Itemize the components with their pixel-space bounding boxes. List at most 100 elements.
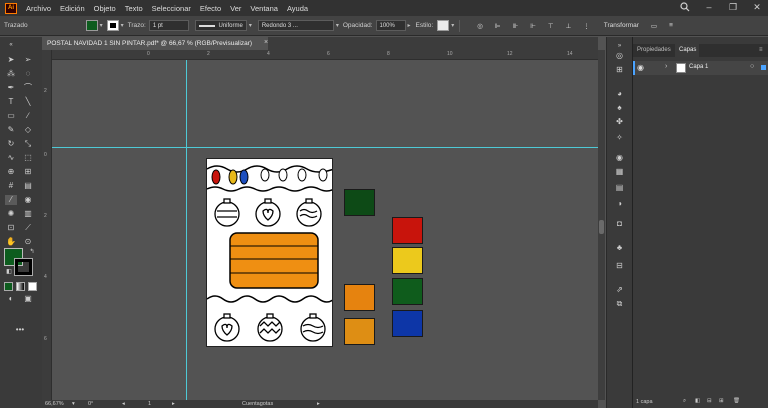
locate-object-icon[interactable]: ⌕ <box>683 398 686 405</box>
fill-dropdown-icon[interactable]: ▾ <box>100 22 103 29</box>
symbols-panel-icon[interactable]: ✤ <box>614 117 625 127</box>
eraser-tool-icon[interactable]: ◇ <box>22 125 34 135</box>
close-tab-icon[interactable]: × <box>264 39 268 46</box>
menu-ver[interactable]: Ver <box>230 4 241 13</box>
zoom-tool-icon[interactable]: ⊙ <box>22 237 34 247</box>
swatch-yellow[interactable] <box>392 247 423 274</box>
rectangle-tool-icon[interactable]: ▭ <box>5 111 17 121</box>
slice-tool-icon[interactable]: ⟋ <box>22 223 34 233</box>
vertical-ruler[interactable]: 2 0 2 4 6 <box>42 50 52 400</box>
stroke-profile-select[interactable]: Uniforme <box>194 20 247 31</box>
search-icon[interactable] <box>680 2 690 12</box>
stroke-profile-dropdown-icon[interactable]: ▾ <box>249 22 252 29</box>
tab-properties[interactable]: Propiedades <box>633 44 675 57</box>
default-colors-icon[interactable]: ◧ <box>3 267 15 277</box>
graphic-styles-panel-icon[interactable]: ✧ <box>614 133 625 143</box>
menu-ventana[interactable]: Ventana <box>250 4 278 13</box>
rotation-angle[interactable]: 0° <box>88 401 93 407</box>
align-right-icon[interactable]: ⊩ <box>527 21 539 31</box>
paintbrush-tool-icon[interactable]: ∕ <box>22 111 34 121</box>
pencil-tool-icon[interactable]: ✎ <box>5 125 17 135</box>
selection-tool-icon[interactable]: ➤ <box>5 55 17 65</box>
menu-efecto[interactable]: Efecto <box>200 4 221 13</box>
eyedropper-tool-icon[interactable]: ⁄ <box>5 195 17 205</box>
swatch-orange[interactable] <box>344 284 375 311</box>
swatch-red[interactable] <box>392 217 423 244</box>
transparency-panel-icon[interactable]: ◑ <box>614 199 625 209</box>
next-artboard-icon[interactable]: ▸ <box>172 401 175 407</box>
new-sublayer-icon[interactable]: ⊟ <box>707 398 712 404</box>
properties-panel-icon[interactable]: ◎ <box>614 51 625 61</box>
swatches-panel-icon[interactable]: ▦ <box>614 167 625 177</box>
toolbar-collapse-icon[interactable]: « <box>5 40 17 50</box>
stroke-weight-field[interactable]: 1 pt <box>148 20 189 31</box>
opacity-field[interactable]: 100% <box>375 20 406 31</box>
distribute-icon[interactable]: ⋮ <box>580 21 593 31</box>
isolate-icon[interactable]: ▭ <box>648 21 660 31</box>
align-middle-icon[interactable]: ⊥ <box>563 21 575 31</box>
vertical-guide[interactable] <box>186 60 187 400</box>
clipping-mask-icon[interactable]: ◧ <box>695 398 700 404</box>
align-top-icon[interactable]: ⊤ <box>545 21 557 31</box>
swatch-orange-dark[interactable] <box>344 318 375 345</box>
swatch-blue[interactable] <box>392 310 423 337</box>
brush-select[interactable]: Redondo 3 ... <box>257 20 334 31</box>
appearance-panel-icon[interactable]: ◉ <box>614 153 625 163</box>
opacity-dropdown-icon[interactable]: ▸ <box>408 22 411 29</box>
color-mode-icon[interactable] <box>4 282 13 291</box>
visibility-eye-icon[interactable]: ◉ <box>637 63 644 72</box>
horizontal-ruler[interactable]: 0 2 4 6 8 10 12 14 <box>52 50 598 60</box>
dock-collapse-icon[interactable]: » <box>614 41 625 51</box>
swatch-dark-green[interactable] <box>344 189 375 216</box>
layer-target-icon[interactable]: ○ <box>750 63 754 70</box>
style-swatch[interactable] <box>437 20 450 31</box>
column-graph-tool-icon[interactable]: ▥ <box>22 209 34 219</box>
color-panel-icon[interactable]: ◕ <box>614 89 625 99</box>
pen-tool-icon[interactable]: ✒ <box>5 83 17 93</box>
status-menu-icon[interactable]: ▸ <box>317 401 320 407</box>
scrollbar-thumb[interactable] <box>599 220 604 234</box>
artboard-postcard[interactable] <box>206 158 333 347</box>
menu-edicion[interactable]: Edición <box>60 4 85 13</box>
artboard-tool-icon[interactable]: ⊡ <box>5 223 17 233</box>
mesh-tool-icon[interactable]: # <box>5 181 17 191</box>
swatch-green[interactable] <box>392 278 423 305</box>
draw-mode-icon[interactable]: ◐ <box>5 294 17 304</box>
line-tool-icon[interactable]: ╲ <box>22 97 34 107</box>
swap-colors-icon[interactable]: ↰ <box>26 247 38 257</box>
brushes-panel-icon[interactable]: ♠ <box>614 103 625 113</box>
restore-icon[interactable]: ❐ <box>728 2 738 12</box>
opacity-label[interactable]: Opacidad: <box>343 22 373 29</box>
canvas[interactable] <box>52 60 598 400</box>
new-layer-icon[interactable]: ⊞ <box>719 398 724 404</box>
stroke-color-box[interactable] <box>14 258 33 276</box>
zoom-dropdown-icon[interactable]: ▾ <box>72 401 75 407</box>
document-tab[interactable]: POSTAL NAVIDAD 1 SIN PINTAR.pdf* @ 66,67… <box>42 37 268 50</box>
prev-artboard-icon[interactable]: ◂ <box>122 401 125 407</box>
symbol-sprayer-tool-icon[interactable]: ✺ <box>5 209 17 219</box>
rotate-tool-icon[interactable]: ↻ <box>5 139 17 149</box>
libraries-panel-icon[interactable]: ⊞ <box>614 65 625 75</box>
minimize-icon[interactable]: – <box>704 2 714 12</box>
menu-objeto[interactable]: Objeto <box>94 4 116 13</box>
export-panel-icon[interactable]: ⇗ <box>614 285 625 295</box>
menu-archivo[interactable]: Archivo <box>26 4 51 13</box>
tab-layers[interactable]: Capas <box>675 44 699 57</box>
layer-selection-indicator[interactable] <box>761 65 766 70</box>
brush-dropdown-icon[interactable]: ▾ <box>336 22 339 29</box>
gradient-tool-icon[interactable]: ▤ <box>22 181 34 191</box>
artboard-number[interactable]: 1 <box>148 401 151 407</box>
zoom-level[interactable]: 66,67% <box>45 401 64 407</box>
screen-mode-icon[interactable]: ▣ <box>22 294 34 304</box>
recolor-icon[interactable]: ◎ <box>474 21 486 31</box>
scale-tool-icon[interactable]: ⤡ <box>22 139 34 149</box>
transform-button[interactable]: Transformar <box>601 21 642 30</box>
shape-builder-tool-icon[interactable]: ⊕ <box>5 167 17 177</box>
style-dropdown-icon[interactable]: ▾ <box>451 22 454 29</box>
direct-selection-tool-icon[interactable]: ➢ <box>22 55 34 65</box>
menu-seleccionar[interactable]: Seleccionar <box>152 4 191 13</box>
gradient-panel-icon[interactable]: ◘ <box>614 219 625 229</box>
menu-options-icon[interactable]: ≡ <box>666 21 676 30</box>
layer-name[interactable]: Capa 1 <box>689 64 708 70</box>
menu-ayuda[interactable]: Ayuda <box>287 4 308 13</box>
